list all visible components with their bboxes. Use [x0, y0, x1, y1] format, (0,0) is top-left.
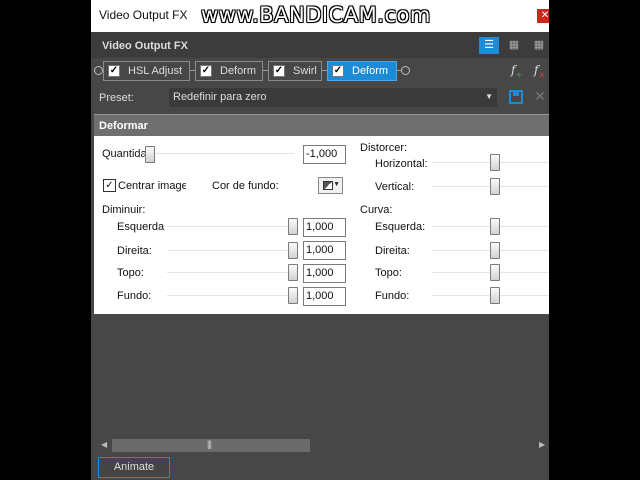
fx-tab-label: Swirl: [293, 65, 317, 77]
bandicam-watermark: www.BANDICAM.com: [201, 3, 431, 27]
fx-tab-deform-1[interactable]: ✓ Deform: [195, 61, 263, 81]
curva-direita-slider-thumb[interactable]: [490, 242, 500, 259]
diminuir-topo-slider-thumb[interactable]: [288, 264, 298, 281]
centrar-imagem-checkbox[interactable]: ✓: [103, 179, 116, 192]
distorcer-vertical-slider-thumb[interactable]: [490, 178, 500, 195]
curva-topo-slider-thumb[interactable]: [490, 264, 500, 281]
quantidade-slider-thumb[interactable]: [145, 146, 155, 163]
deform-properties: Deformar Quantida -1,000 ✓ Centrar image…: [94, 114, 549, 314]
large-grid-view-icon[interactable]: ▦: [529, 37, 549, 54]
save-preset-icon[interactable]: [509, 90, 523, 104]
diminuir-topo-input[interactable]: 1,000: [303, 264, 346, 283]
section-header: Deformar: [94, 114, 549, 136]
fx-tab-label: HSL Adjust: [128, 65, 183, 77]
distorcer-horizontal-label: Horizontal:: [375, 158, 428, 170]
fx-deform-2-checkbox[interactable]: ✓: [332, 65, 344, 77]
remove-fx-icon[interactable]: f×: [534, 63, 545, 79]
fx-tab-swirl[interactable]: ✓ Swirl: [268, 61, 322, 81]
fx-tab-label: Deform: [220, 65, 257, 77]
video-output-fx-window: Video Output FX ✕ Video Output FX ☰ ▦ ▦ …: [91, 0, 549, 480]
curva-fundo-slider-thumb[interactable]: [490, 287, 500, 304]
color-swatch-icon: [323, 181, 333, 190]
chevron-down-icon: ▼: [485, 92, 493, 101]
curva-topo-label: Topo:: [375, 267, 402, 279]
diminuir-fundo-label: Fundo:: [117, 290, 152, 302]
chevron-down-icon: ▼: [333, 181, 340, 188]
diminuir-fundo-slider-thumb[interactable]: [288, 287, 298, 304]
window-title: Video Output FX: [99, 8, 188, 22]
list-view-icon[interactable]: ☰: [479, 37, 499, 54]
panel-title: Video Output FX: [102, 40, 188, 52]
cor-de-fundo-label: Cor de fundo:: [212, 180, 279, 192]
fx-hsl-adjust-checkbox[interactable]: ✓: [108, 65, 120, 77]
fx-swirl-checkbox[interactable]: ✓: [273, 65, 285, 77]
section-title: Deformar: [99, 120, 148, 132]
add-fx-icon[interactable]: f+: [511, 63, 522, 79]
diminuir-esquerda-track[interactable]: [167, 226, 297, 227]
distorcer-vertical-label: Vertical:: [375, 181, 415, 193]
chain-start-node: [94, 66, 103, 75]
diminuir-label: Diminuir:: [102, 204, 146, 216]
panel-header: Video Output FX ☰ ▦ ▦: [91, 32, 549, 58]
diminuir-topo-track[interactable]: [167, 272, 297, 273]
fx-tab-label: Deform: [352, 65, 389, 77]
distorcer-horizontal-slider-thumb[interactable]: [490, 154, 500, 171]
quantidade-track[interactable]: [144, 153, 294, 154]
diminuir-direita-slider-thumb[interactable]: [288, 242, 298, 259]
diminuir-direita-track[interactable]: [167, 250, 297, 251]
fx-deform-1-checkbox[interactable]: ✓: [200, 65, 212, 77]
curva-fundo-label: Fundo:: [375, 290, 410, 302]
close-icon[interactable]: ✕: [537, 9, 549, 23]
chain-end-node: [401, 66, 410, 75]
curva-esquerda-label: Esquerda:: [375, 221, 426, 233]
curva-direita-label: Direita:: [375, 245, 410, 257]
diminuir-esquerda-slider-thumb[interactable]: [288, 218, 298, 235]
scrollbar-thumb[interactable]: |||: [112, 439, 310, 452]
diminuir-esquerda-input[interactable]: 1,000: [303, 218, 346, 237]
horizontal-scrollbar[interactable]: ◀ ||| ▶: [91, 437, 549, 453]
grid-view-icon[interactable]: ▦: [504, 37, 524, 54]
distorcer-label: Distorcer:: [360, 142, 408, 154]
fx-tab-hsl-adjust[interactable]: ✓ HSL Adjust: [103, 61, 190, 81]
preset-value: Redefinir para zero: [173, 91, 267, 103]
scroll-right-icon[interactable]: ▶: [539, 440, 545, 449]
diminuir-direita-label: Direita:: [117, 245, 152, 257]
preset-label: Preset:: [99, 92, 134, 104]
scroll-left-icon[interactable]: ◀: [101, 440, 107, 449]
animate-button[interactable]: Animate: [98, 457, 170, 478]
centrar-imagem-label: Centrar imagem: [118, 180, 186, 192]
quantidade-label: Quantida: [102, 148, 147, 160]
background-color-picker[interactable]: ▼: [318, 177, 343, 194]
preset-dropdown[interactable]: Redefinir para zero ▼: [169, 88, 497, 107]
curva-esquerda-slider-thumb[interactable]: [490, 218, 500, 235]
quantidade-input[interactable]: -1,000: [303, 145, 346, 164]
delete-preset-icon[interactable]: ✕: [534, 88, 546, 105]
diminuir-topo-label: Topo:: [117, 267, 144, 279]
fx-tab-deform-2[interactable]: ✓ Deform: [327, 61, 397, 81]
fx-chain: ✓ HSL Adjust ✓ Deform ✓ Swirl ✓ Deform f…: [91, 58, 549, 84]
diminuir-esquerda-label: Esquerda: [117, 221, 165, 233]
diminuir-fundo-track[interactable]: [167, 295, 297, 296]
grip-icon: |||: [207, 439, 212, 449]
diminuir-direita-input[interactable]: 1,000: [303, 241, 346, 260]
diminuir-fundo-input[interactable]: 1,000: [303, 287, 346, 306]
curva-label: Curva:: [360, 204, 393, 216]
